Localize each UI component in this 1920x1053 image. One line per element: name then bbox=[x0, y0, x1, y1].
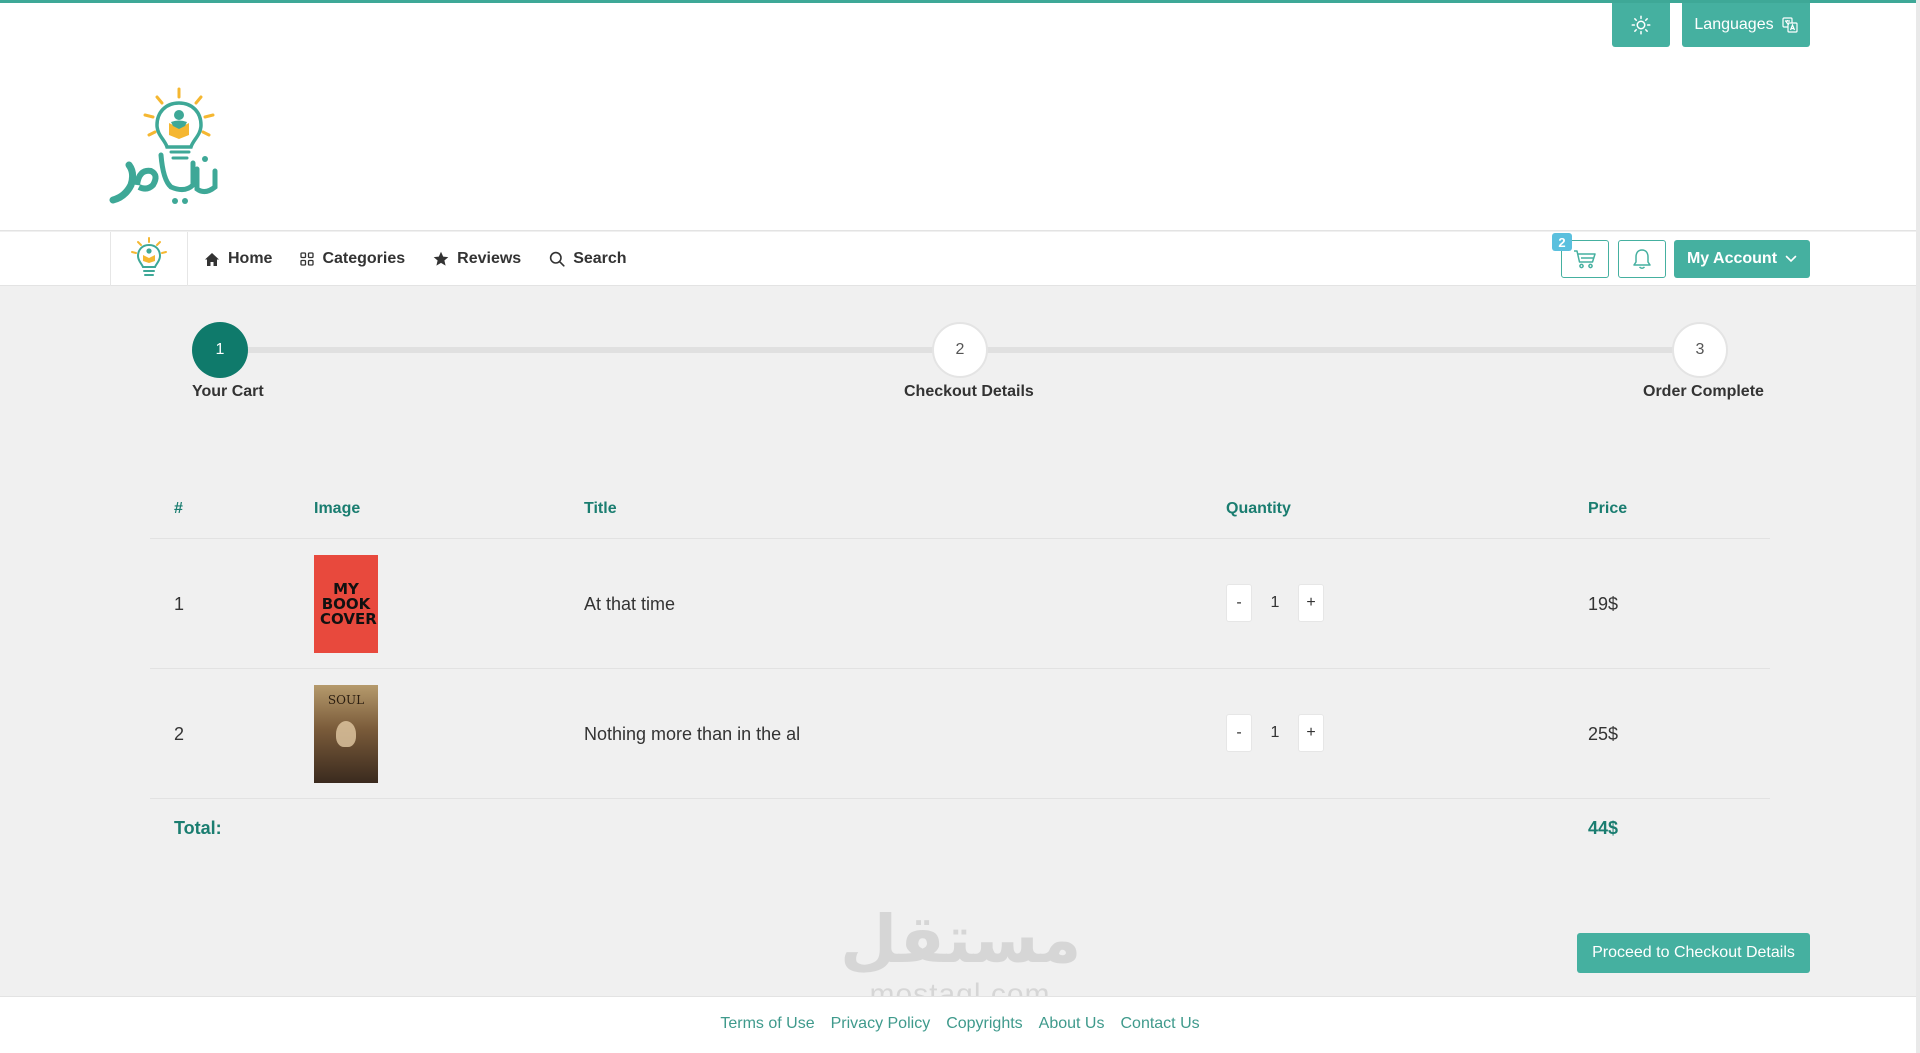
proceed-to-checkout-button[interactable]: Proceed to Checkout Details bbox=[1577, 933, 1810, 973]
cart-icon bbox=[1574, 250, 1596, 269]
row-divider bbox=[150, 668, 1770, 669]
step-2-label: Checkout Details bbox=[904, 383, 1034, 400]
step-2-circle: 2 bbox=[932, 322, 988, 378]
cart-count-badge: 2 bbox=[1552, 233, 1572, 251]
total-label: Total: bbox=[174, 818, 222, 838]
footer-link-about[interactable]: About Us bbox=[1039, 1015, 1105, 1033]
quantity-value: 1 bbox=[1270, 594, 1280, 611]
row-index: 2 bbox=[174, 724, 185, 744]
row-index: 1 bbox=[174, 594, 185, 614]
total-value: 44$ bbox=[1588, 818, 1619, 838]
step-3-circle: 3 bbox=[1672, 322, 1728, 378]
step-1-label: Your Cart bbox=[192, 383, 264, 400]
grid-icon bbox=[300, 252, 315, 266]
cover-figure bbox=[336, 721, 356, 747]
step-number: 3 bbox=[1695, 341, 1705, 358]
nav-item-search[interactable]: Search bbox=[549, 250, 627, 268]
site-header: Languages bbox=[0, 3, 1920, 231]
quantity-value: 1 bbox=[1270, 724, 1280, 741]
decrease-quantity-button[interactable]: - bbox=[1226, 714, 1252, 752]
footer-links: Terms of Use Privacy Policy Copyrights A… bbox=[0, 1015, 1920, 1033]
nav-item-reviews[interactable]: Reviews bbox=[433, 250, 521, 268]
step-3-label: Order Complete bbox=[1643, 383, 1764, 400]
footer-link-terms[interactable]: Terms of Use bbox=[720, 1015, 814, 1033]
notifications-button[interactable] bbox=[1618, 240, 1666, 278]
step-1-circle: 1 bbox=[192, 322, 248, 378]
bell-icon bbox=[1633, 249, 1651, 269]
my-account-button[interactable]: My Account bbox=[1674, 240, 1810, 278]
footer-link-privacy[interactable]: Privacy Policy bbox=[831, 1015, 931, 1033]
site-footer: Terms of Use Privacy Policy Copyrights A… bbox=[0, 996, 1920, 1053]
book-cover-text: SOUL bbox=[327, 693, 365, 707]
nav-item-home[interactable]: Home bbox=[204, 250, 272, 268]
search-icon bbox=[550, 251, 565, 267]
book-price: 19$ bbox=[1588, 594, 1619, 614]
header-quantity: Quantity bbox=[1226, 500, 1291, 517]
lightbulb-logo-icon bbox=[131, 237, 167, 276]
quantity-stepper: - 1 + bbox=[1226, 714, 1324, 752]
sun-icon bbox=[1631, 15, 1651, 35]
step-number: 1 bbox=[215, 341, 225, 358]
languages-button[interactable]: Languages bbox=[1682, 3, 1810, 47]
my-account-label: My Account bbox=[1686, 250, 1778, 267]
nav-item-categories[interactable]: Categories bbox=[300, 250, 405, 268]
footer-link-copyrights[interactable]: Copyrights bbox=[946, 1015, 1022, 1033]
book-cover-image[interactable]: MY BOOK COVER bbox=[314, 555, 378, 653]
nav-menu: Home Categories Reviews Search bbox=[204, 232, 627, 286]
book-title: At that time bbox=[584, 594, 676, 614]
header-index: # bbox=[174, 500, 183, 517]
nav-item-label: Categories bbox=[322, 250, 406, 267]
scrollbar-track[interactable] bbox=[1916, 0, 1920, 1053]
nav-item-label: Search bbox=[573, 250, 627, 267]
header-price: Price bbox=[1588, 500, 1628, 517]
row-divider bbox=[150, 538, 1770, 539]
header-title: Title bbox=[584, 500, 617, 517]
translate-icon bbox=[1781, 17, 1798, 33]
theme-toggle-button[interactable] bbox=[1612, 3, 1670, 47]
header-image: Image bbox=[314, 500, 361, 517]
nav-item-label: Reviews bbox=[457, 250, 522, 267]
main-navbar: Home Categories Reviews Search 2 My Acco… bbox=[0, 232, 1920, 286]
step-number: 2 bbox=[955, 341, 965, 358]
decrease-quantity-button[interactable]: - bbox=[1226, 584, 1252, 622]
book-price: 25$ bbox=[1588, 724, 1619, 744]
book-cover-text: MY BOOK COVER bbox=[320, 579, 377, 628]
increase-quantity-button[interactable]: + bbox=[1298, 584, 1324, 622]
home-icon bbox=[205, 252, 219, 266]
book-cover-image[interactable]: SOUL bbox=[314, 685, 378, 783]
cart-button[interactable]: 2 bbox=[1552, 233, 1609, 278]
chevron-down-icon bbox=[1785, 255, 1797, 263]
watermark-arabic: مستقل bbox=[840, 901, 1082, 978]
nav-logo[interactable] bbox=[110, 232, 188, 286]
increase-quantity-button[interactable]: + bbox=[1298, 714, 1324, 752]
book-title: Nothing more than in the al bbox=[584, 724, 801, 744]
languages-label: Languages bbox=[1694, 16, 1774, 33]
nav-item-label: Home bbox=[228, 250, 273, 267]
lightbulb-reader-logo bbox=[109, 87, 218, 204]
star-icon bbox=[433, 251, 449, 266]
row-divider bbox=[150, 798, 1770, 799]
footer-link-contact[interactable]: Contact Us bbox=[1120, 1015, 1199, 1033]
quantity-stepper: - 1 + bbox=[1226, 584, 1324, 622]
